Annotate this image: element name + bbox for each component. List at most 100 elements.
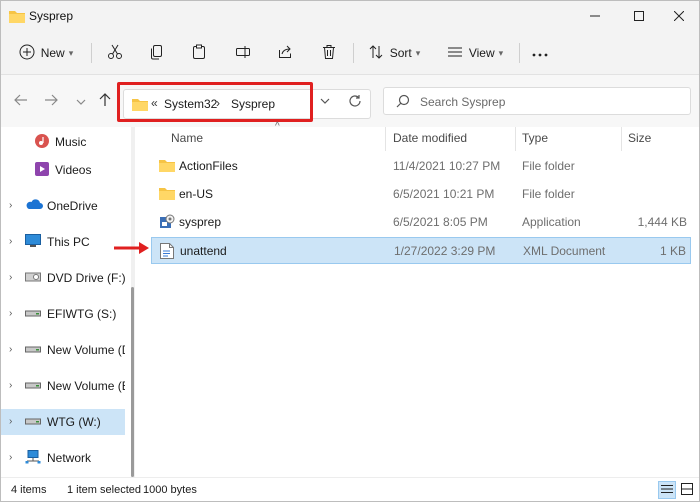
- sidebar-item-this-pc[interactable]: › This PC: [1, 229, 125, 255]
- sidebar-item-label: Music: [55, 135, 87, 149]
- sort-button[interactable]: Sort ▾: [363, 39, 425, 67]
- paste-button[interactable]: [185, 39, 213, 67]
- dvd-icon: [25, 270, 41, 287]
- sidebar-item-new-volume-e[interactable]: › New Volume (E:): [1, 373, 125, 399]
- command-bar: New ▾ Sort ▾ View ▾: [1, 31, 699, 75]
- address-bar[interactable]: « System32 › Sysprep: [123, 89, 371, 119]
- rename-button[interactable]: [229, 39, 257, 67]
- toolbar-divider: [91, 43, 92, 63]
- chevron-right-icon[interactable]: ›: [9, 200, 12, 211]
- sidebar-item-label: DVD Drive (F:) CC: [47, 271, 125, 285]
- sidebar-item-wtg[interactable]: › WTG (W:): [1, 409, 125, 435]
- sidebar-item-network[interactable]: › Network: [1, 445, 125, 471]
- back-button[interactable]: [9, 89, 33, 113]
- sidebar-item-dvd-drive[interactable]: › DVD Drive (F:) CC: [1, 265, 125, 291]
- music-icon: [35, 134, 49, 151]
- red-arrow-annotation: [113, 240, 151, 259]
- chevron-right-icon[interactable]: ›: [9, 344, 12, 355]
- large-icons-view-icon: [681, 482, 693, 498]
- chevron-right-icon[interactable]: ›: [9, 308, 12, 319]
- recent-locations-button[interactable]: [69, 89, 93, 113]
- file-size: 1,444 KB: [637, 215, 687, 229]
- sidebar-scrollbar[interactable]: [131, 127, 135, 477]
- sidebar-scrollbar-thumb[interactable]: [131, 287, 134, 477]
- folder-icon: [159, 186, 175, 203]
- column-divider[interactable]: [621, 127, 622, 151]
- chevron-down-icon: [76, 94, 86, 108]
- search-input[interactable]: Search Sysprep: [383, 87, 691, 115]
- chevron-right-icon[interactable]: ›: [9, 236, 12, 247]
- copy-button[interactable]: [143, 39, 171, 67]
- chevron-right-icon[interactable]: ›: [9, 416, 12, 427]
- sidebar-item-efiwtg[interactable]: › EFIWTG (S:): [1, 301, 125, 327]
- refresh-icon[interactable]: [348, 94, 362, 111]
- column-divider[interactable]: [385, 127, 386, 151]
- details-view-button[interactable]: [658, 481, 676, 499]
- explorer-window: Sysprep New ▾ Sort ▾ View ▾ « System32 ›…: [0, 0, 700, 502]
- file-type: File folder: [522, 187, 575, 201]
- column-header-name[interactable]: Name: [171, 131, 203, 145]
- file-row-en-us[interactable]: en-US 6/5/2021 10:21 PM File folder: [151, 181, 691, 208]
- delete-button[interactable]: [315, 39, 343, 67]
- view-button[interactable]: View ▾: [439, 39, 511, 67]
- sidebar-item-label: New Volume (E:): [47, 379, 125, 393]
- sidebar-item-label: EFIWTG (S:): [47, 307, 117, 321]
- file-row-actionfiles[interactable]: ActionFiles 11/4/2021 10:27 PM File fold…: [151, 153, 691, 180]
- forward-button[interactable]: [39, 89, 63, 113]
- chevron-right-icon[interactable]: ›: [9, 272, 12, 283]
- videos-icon: [35, 162, 49, 179]
- plus-circle-icon: [19, 44, 35, 63]
- file-list: ^ Name Date modified Type Size ActionFil…: [141, 121, 697, 477]
- xml-document-icon: [160, 243, 174, 262]
- sidebar-item-onedrive[interactable]: › OneDrive: [1, 193, 125, 219]
- navigation-pane: Music Videos › OneDrive › This PC › DVD …: [1, 127, 129, 477]
- column-header-size[interactable]: Size: [628, 131, 651, 145]
- search-icon: [396, 94, 410, 111]
- file-row-sysprep[interactable]: sysprep 6/5/2021 8:05 PM Application 1,4…: [151, 209, 691, 236]
- overflow-crumbs-button[interactable]: «: [151, 96, 158, 110]
- drive-icon: [25, 378, 41, 395]
- large-icons-view-button[interactable]: [678, 481, 696, 499]
- address-history-dropdown[interactable]: [320, 96, 330, 107]
- cut-button[interactable]: [101, 39, 129, 67]
- share-button[interactable]: [271, 39, 299, 67]
- view-icon: [447, 44, 463, 63]
- close-button[interactable]: [657, 1, 699, 31]
- details-view-icon: [661, 483, 673, 497]
- file-type: File folder: [522, 159, 575, 173]
- folder-icon: [9, 9, 25, 26]
- file-type: XML Document: [523, 244, 606, 258]
- new-button[interactable]: New ▾: [15, 39, 77, 67]
- sidebar-item-new-volume-d[interactable]: › New Volume (D:): [1, 337, 125, 363]
- file-size: 1 KB: [659, 244, 686, 258]
- column-header-type[interactable]: Type: [522, 131, 548, 145]
- column-divider[interactable]: [515, 127, 516, 151]
- chevron-right-icon[interactable]: ›: [9, 452, 12, 463]
- pc-icon: [25, 234, 41, 251]
- sidebar-item-label: Network: [47, 451, 92, 465]
- column-header-date[interactable]: Date modified: [393, 131, 467, 145]
- chevron-right-icon[interactable]: ›: [9, 380, 12, 391]
- breadcrumb-sysprep[interactable]: Sysprep: [231, 97, 275, 111]
- drive-icon: [25, 306, 41, 323]
- sort-ascending-icon: ^: [275, 121, 280, 132]
- sidebar-item-videos[interactable]: Videos: [1, 157, 125, 183]
- drive-icon: [25, 342, 41, 359]
- maximize-button[interactable]: [617, 1, 661, 31]
- sidebar-item-music[interactable]: Music: [1, 129, 125, 155]
- clipboard-icon: [191, 44, 207, 63]
- breadcrumb-system32[interactable]: System32: [164, 97, 217, 111]
- minimize-button[interactable]: [573, 1, 617, 31]
- breadcrumb-separator[interactable]: ›: [216, 96, 220, 110]
- cloud-icon: [25, 198, 43, 213]
- up-button[interactable]: [93, 89, 117, 113]
- chevron-down-icon: ▾: [415, 47, 421, 58]
- rename-icon: [235, 44, 251, 63]
- more-options-button[interactable]: [527, 39, 553, 67]
- item-count: 4 items: [11, 484, 47, 496]
- arrow-right-icon: [44, 94, 58, 109]
- sort-label: Sort: [389, 46, 412, 60]
- sort-icon: [368, 44, 384, 63]
- file-row-unattend[interactable]: unattend 1/27/2022 3:29 PM XML Document …: [151, 237, 691, 264]
- sidebar-item-label: OneDrive: [47, 199, 98, 213]
